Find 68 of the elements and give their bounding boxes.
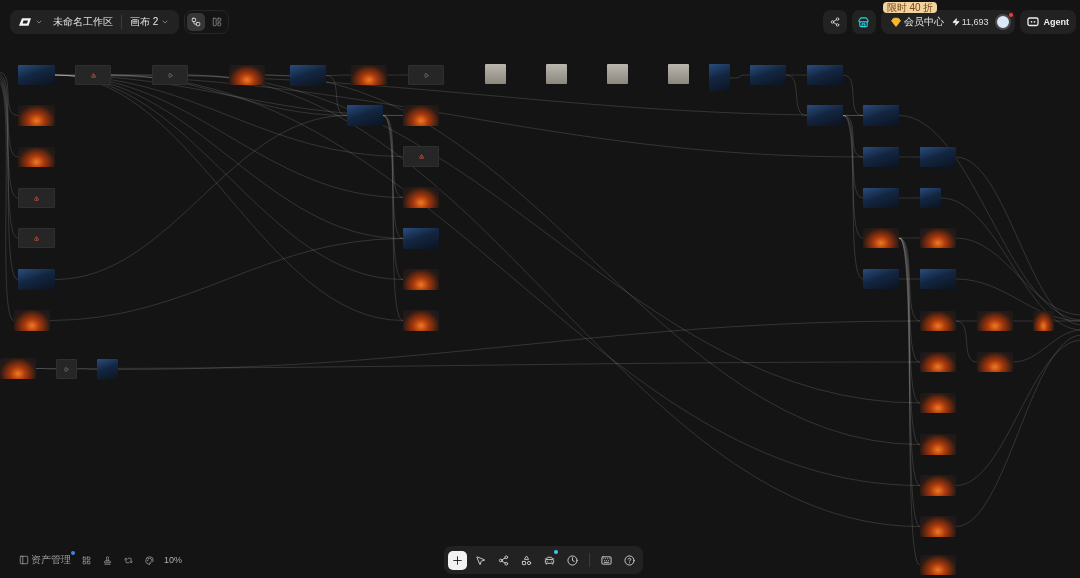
photo-placeholder[interactable]	[977, 311, 1013, 331]
photo-placeholder[interactable]	[920, 555, 956, 575]
caret-icon	[35, 18, 43, 26]
photo-placeholder[interactable]	[863, 228, 899, 248]
swap-icon	[123, 555, 133, 565]
nodes-icon	[497, 554, 509, 566]
help-icon	[623, 554, 635, 566]
photo-placeholder[interactable]	[18, 147, 55, 167]
add-button[interactable]	[447, 550, 467, 570]
promo-badge: 限时 40 折	[882, 2, 938, 13]
photo-placeholder[interactable]	[920, 393, 956, 413]
flowchart-icon	[191, 17, 202, 27]
photo-placeholder[interactable]	[920, 516, 956, 537]
share-button[interactable]	[822, 10, 847, 34]
photo-placeholder[interactable]	[403, 187, 439, 208]
alert-icon	[418, 154, 424, 159]
robot-face-icon	[1026, 17, 1039, 27]
photo-placeholder[interactable]	[14, 310, 50, 331]
alert-icon	[34, 235, 39, 241]
photo-placeholder[interactable]	[920, 352, 956, 372]
photo-placeholder[interactable]	[920, 228, 956, 248]
credits-count: 11,693	[961, 17, 989, 27]
workspace-name[interactable]: 未命名工作区	[51, 12, 115, 32]
caret-icon	[161, 18, 170, 26]
palette-icon	[144, 555, 154, 565]
photo-placeholder[interactable]	[1033, 311, 1054, 331]
member-center-button[interactable]: 会员中心	[888, 12, 946, 32]
share-icon	[829, 17, 840, 27]
clock-icon	[566, 554, 578, 566]
store-icon	[858, 16, 870, 28]
alert-icon	[90, 72, 96, 78]
grid-button[interactable]	[80, 554, 92, 566]
photo-placeholder[interactable]	[18, 105, 55, 126]
stamp-icon	[102, 555, 112, 565]
photo-placeholder[interactable]	[403, 105, 439, 126]
pointer-icon	[474, 554, 486, 566]
car-icon	[543, 554, 555, 566]
photo-placeholder[interactable]	[977, 352, 1013, 372]
play-icon	[64, 366, 69, 372]
assets-button[interactable]: 资产管理	[19, 553, 71, 567]
photo-placeholder[interactable]	[351, 65, 387, 85]
shapes-icon	[520, 554, 532, 566]
play-icon	[423, 72, 429, 78]
canvas-menu-button[interactable]: 画布 2	[128, 12, 172, 32]
panel-icon	[19, 555, 29, 565]
photo-placeholder[interactable]	[920, 434, 956, 455]
photo-placeholder[interactable]	[0, 358, 36, 379]
play-icon	[167, 72, 173, 78]
gem-icon	[890, 17, 901, 27]
keyboard-icon	[600, 554, 612, 566]
avatar[interactable]	[994, 14, 1011, 30]
photo-placeholder[interactable]	[403, 310, 439, 331]
photo-placeholder[interactable]	[229, 65, 265, 85]
layout-icon	[212, 17, 223, 27]
lightning-icon	[951, 18, 960, 26]
agent-button[interactable]: Agent	[1019, 10, 1076, 34]
palette-button[interactable]	[143, 554, 155, 566]
grid-icon	[81, 555, 91, 565]
photo-placeholder[interactable]	[920, 311, 956, 331]
zoom-level[interactable]: 10%	[164, 555, 182, 565]
workflow-view-button[interactable]	[187, 13, 206, 31]
photo-placeholder[interactable]	[403, 269, 439, 290]
logo-icon	[18, 17, 32, 27]
photo-placeholder[interactable]	[920, 475, 956, 496]
stamp-button[interactable]	[101, 554, 113, 566]
alert-icon	[34, 195, 39, 201]
store-button[interactable]	[851, 10, 876, 34]
plus-icon	[450, 553, 464, 567]
